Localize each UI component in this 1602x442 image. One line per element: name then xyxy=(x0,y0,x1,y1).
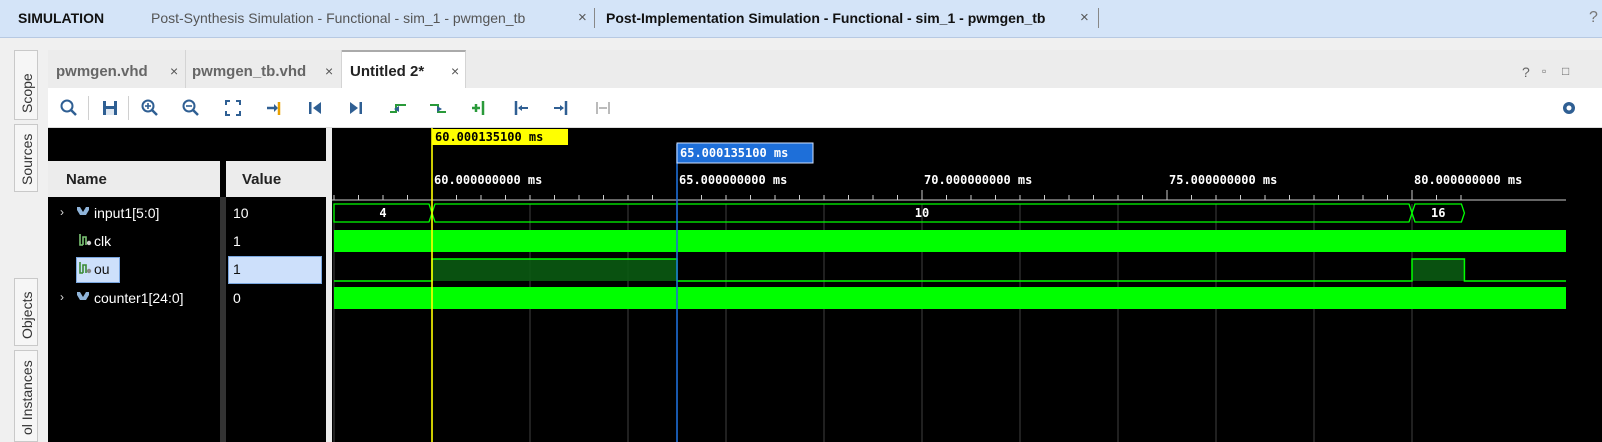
waveform-toolbar xyxy=(48,88,1602,128)
ou-high-fill xyxy=(1412,259,1465,281)
bit-signal-icon xyxy=(79,262,92,274)
name-column-header[interactable]: Name xyxy=(66,171,107,188)
signal-row-counter1[interactable]: › counter1[24:0] 0 xyxy=(48,284,326,312)
tab-label: Untitled 2* xyxy=(350,63,425,80)
side-tab-label: Objects xyxy=(19,291,35,339)
signal-value: 10 xyxy=(233,205,249,221)
waveform-edge xyxy=(1566,128,1602,442)
toolbar-divider xyxy=(88,96,89,120)
chevron-right-icon[interactable]: › xyxy=(60,290,64,304)
selection-highlight xyxy=(228,256,322,284)
close-icon[interactable]: × xyxy=(170,63,178,79)
previous-transition-icon[interactable] xyxy=(386,96,410,120)
zoom-in-icon[interactable] xyxy=(138,96,162,120)
time-tick-label: 65.000000000 ms xyxy=(679,173,787,187)
waveform-canvas[interactable]: 60.000000000 ms 65.000000000 ms 70.0000000… xyxy=(332,128,1602,442)
question-icon[interactable]: ? xyxy=(1589,9,1598,27)
side-tab-label: Sources xyxy=(19,133,35,185)
time-tick-label: 80.000000000 ms xyxy=(1414,173,1522,187)
toolbar-divider xyxy=(128,96,129,120)
bus-icon xyxy=(77,207,89,215)
add-marker-icon[interactable] xyxy=(467,96,491,120)
goto-cursor-icon[interactable] xyxy=(262,96,286,120)
primary-cursor-label: 60.000135100 ms xyxy=(435,130,543,144)
simulation-bar: SIMULATION Post-Synthesis Simulation - F… xyxy=(0,0,1602,38)
value-column-header[interactable]: Value xyxy=(242,171,281,188)
signal-value: 0 xyxy=(233,290,241,306)
signal-row-clk[interactable]: clk 1 xyxy=(48,227,326,255)
bus-value-label: 16 xyxy=(1431,206,1445,220)
swap-cursors-icon xyxy=(591,96,615,120)
signal-names-panel: Name Value › input1[5:0] 10 clk 1 ou 1 ›… xyxy=(48,128,326,442)
signal-row-ou[interactable]: ou 1 xyxy=(48,255,326,284)
signal-name: counter1[24:0] xyxy=(94,290,184,306)
goto-start-icon[interactable] xyxy=(303,96,327,120)
time-tick-label: 70.000000000 ms xyxy=(924,173,1032,187)
bit-signal-icon xyxy=(79,234,92,246)
tab-untitled-2[interactable]: Untitled 2* × xyxy=(342,50,466,88)
time-tick-label: 60.000000000 ms xyxy=(434,173,542,187)
signal-name: ou xyxy=(94,261,110,277)
simulation-title: SIMULATION xyxy=(18,10,105,26)
ou-high-fill xyxy=(432,259,677,281)
goto-end-icon[interactable] xyxy=(344,96,368,120)
tab-pwmgen-tb-vhd[interactable]: pwmgen_tb.vhd × xyxy=(186,50,342,88)
side-tab-label: Scope xyxy=(19,73,35,113)
waveform-panel[interactable]: 60.000000000 ms 65.000000000 ms 70.0000000… xyxy=(326,128,1602,442)
signal-value: 1 xyxy=(233,233,241,249)
side-tab-sources[interactable]: Sources xyxy=(14,124,38,192)
search-icon[interactable] xyxy=(57,96,81,120)
previous-marker-icon[interactable] xyxy=(509,96,533,120)
next-marker-icon[interactable] xyxy=(549,96,573,120)
tab-label: pwmgen_tb.vhd xyxy=(192,63,307,80)
bus-icon xyxy=(77,292,89,300)
settings-icon[interactable] xyxy=(1557,96,1581,120)
zoom-out-icon[interactable] xyxy=(179,96,203,120)
tab-divider xyxy=(594,8,595,28)
editor-tab-bar: pwmgen.vhd × pwmgen_tb.vhd × Untitled 2*… xyxy=(48,50,1602,88)
zoom-fit-icon[interactable] xyxy=(221,96,245,120)
save-icon[interactable] xyxy=(98,96,122,120)
tab-post-implementation-simulation[interactable]: Post-Implementation Simulation - Functio… xyxy=(606,10,1045,26)
side-tab-objects[interactable]: Objects xyxy=(14,278,38,346)
side-panel-strip: Scope Sources Objects ol Instances xyxy=(0,38,48,442)
bus-value-label: 4 xyxy=(379,206,386,220)
column-splitter[interactable] xyxy=(220,161,226,197)
tab-divider xyxy=(1098,8,1099,28)
side-tab-label: ol Instances xyxy=(19,360,35,435)
clk-waveform xyxy=(334,230,1568,252)
counter1-waveform xyxy=(334,287,1568,309)
secondary-cursor-label: 65.000135100 ms xyxy=(680,146,788,160)
next-transition-icon[interactable] xyxy=(426,96,450,120)
close-icon[interactable]: × xyxy=(451,63,459,79)
signal-value: 1 xyxy=(233,261,241,277)
close-icon[interactable]: × xyxy=(325,63,333,79)
signal-row-input1[interactable]: › input1[5:0] 10 xyxy=(48,199,326,227)
signal-table-header: Name Value xyxy=(48,161,326,197)
restore-icon[interactable]: ▫ xyxy=(1542,64,1546,78)
time-tick-label: 75.000000000 ms xyxy=(1169,173,1277,187)
chevron-right-icon[interactable]: › xyxy=(60,205,64,219)
close-icon[interactable]: × xyxy=(578,9,587,26)
tab-label: pwmgen.vhd xyxy=(56,63,148,80)
side-tab-scope[interactable]: Scope xyxy=(14,50,38,120)
maximize-icon[interactable]: □ xyxy=(1562,64,1569,78)
tab-pwmgen-vhd[interactable]: pwmgen.vhd × xyxy=(48,50,186,88)
close-icon[interactable]: × xyxy=(1080,9,1089,26)
signal-name: clk xyxy=(94,233,112,249)
side-tab-protocol-instances[interactable]: ol Instances xyxy=(14,350,38,442)
tab-post-synthesis-simulation[interactable]: Post-Synthesis Simulation - Functional -… xyxy=(151,10,525,26)
signal-name: input1[5:0] xyxy=(94,205,160,221)
bus-value-label: 10 xyxy=(915,206,929,220)
question-icon[interactable]: ? xyxy=(1522,64,1530,80)
